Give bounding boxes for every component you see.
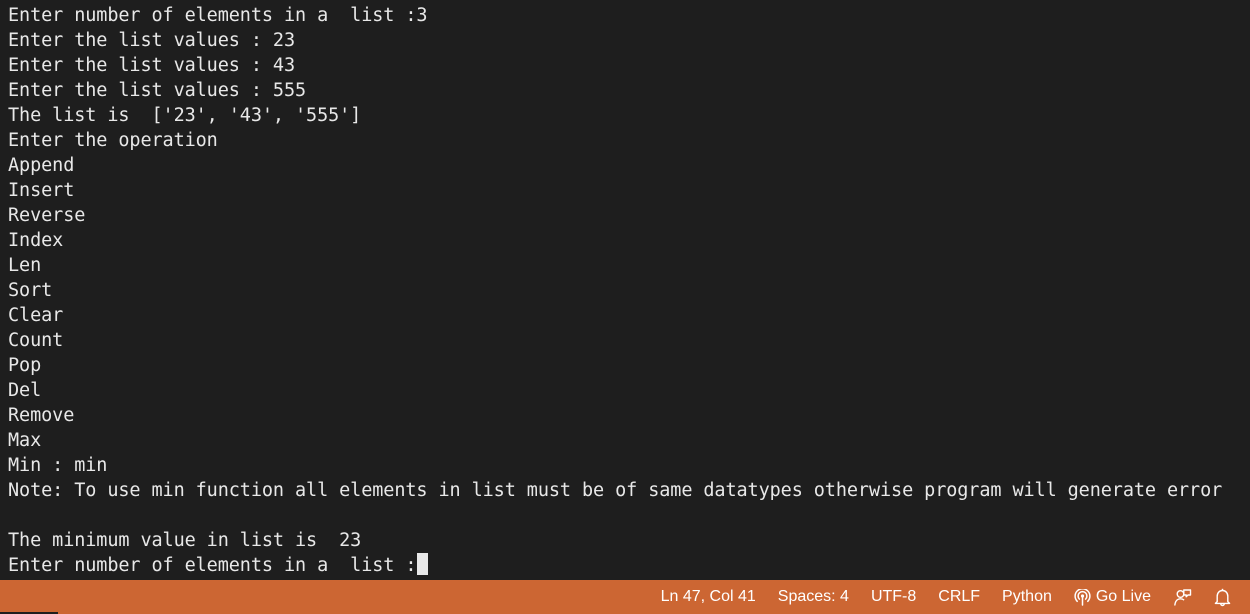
- terminal-line: Min : min: [8, 455, 108, 476]
- terminal-line: The minimum value in list is 23: [8, 530, 362, 551]
- terminal-panel[interactable]: Enter number of elements in a list :3 En…: [0, 0, 1250, 580]
- terminal-line: Clear: [8, 305, 64, 326]
- terminal-line: Enter number of elements in a list :3: [8, 5, 428, 26]
- status-bar: Ln 47, Col 41 Spaces: 4 UTF-8 CRLF Pytho…: [0, 580, 1250, 614]
- terminal-line: Max: [8, 430, 42, 451]
- broadcast-icon: [1074, 588, 1091, 606]
- terminal-line: Pop: [8, 355, 42, 376]
- go-live-button[interactable]: Go Live: [1063, 580, 1162, 614]
- terminal-line: Remove: [8, 405, 75, 426]
- status-bar-right: Ln 47, Col 41 Spaces: 4 UTF-8 CRLF Pytho…: [650, 580, 1242, 614]
- terminal-line: Len: [8, 255, 42, 276]
- terminal-line: Count: [8, 330, 64, 351]
- terminal-line: Append: [8, 155, 75, 176]
- terminal-prompt-line[interactable]: Enter number of elements in a list :: [8, 553, 1222, 578]
- terminal-output: Enter number of elements in a list :3 En…: [8, 3, 1222, 578]
- terminal-line: Enter the list values : 23: [8, 30, 295, 51]
- terminal-cursor: [417, 553, 429, 575]
- terminal-line: Note: To use min function all elements i…: [8, 480, 1223, 501]
- terminal-line: Index: [8, 230, 64, 251]
- cursor-position-indicator[interactable]: Ln 47, Col 41: [650, 580, 767, 614]
- terminal-line: Sort: [8, 280, 53, 301]
- terminal-line: Enter the operation: [8, 130, 218, 151]
- terminal-line: Insert: [8, 180, 75, 201]
- terminal-line: Reverse: [8, 205, 86, 226]
- go-live-label: Go Live: [1095, 588, 1151, 605]
- terminal-line: Enter the list values : 555: [8, 80, 307, 101]
- terminal-line: Enter the list values : 43: [8, 55, 295, 76]
- feedback-icon[interactable]: [1162, 580, 1203, 614]
- terminal-line: Del: [8, 380, 42, 401]
- indentation-selector[interactable]: Spaces: 4: [767, 580, 860, 614]
- line-ending-selector[interactable]: CRLF: [927, 580, 991, 614]
- terminal-prompt-text: Enter number of elements in a list :: [8, 555, 417, 576]
- terminal-line: The list is ['23', '43', '555']: [8, 105, 362, 126]
- encoding-selector[interactable]: UTF-8: [860, 580, 927, 614]
- bell-icon[interactable]: [1203, 580, 1242, 614]
- language-mode-selector[interactable]: Python: [991, 580, 1063, 614]
